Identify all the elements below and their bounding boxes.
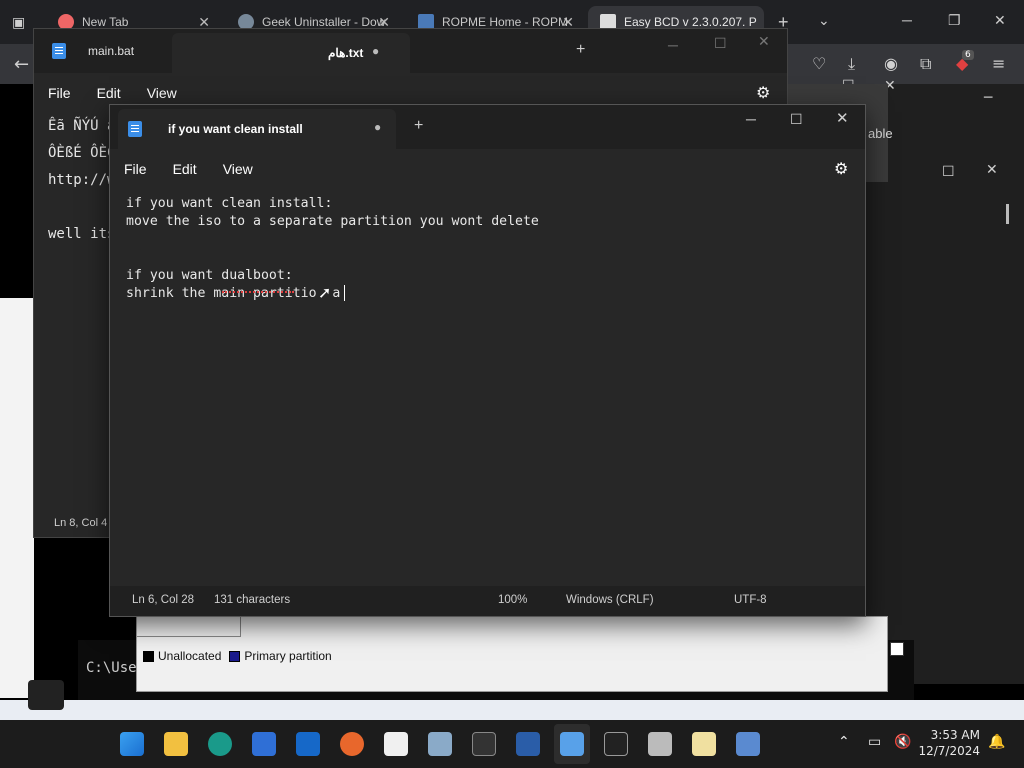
volume-muted-icon[interactable]: 🔇 [894, 734, 911, 750]
gear-icon[interactable]: ⚙ [834, 159, 848, 179]
primary-partition-swatch [229, 650, 241, 662]
account-icon[interactable]: ◉ [884, 54, 898, 73]
unallocated-swatch [143, 650, 154, 662]
notes-icon[interactable] [692, 732, 716, 756]
menu-view[interactable]: View [223, 161, 253, 177]
text-editor[interactable]: Êã ÑÝÚ ã ÔÈßÉ ÔÈÇ http://w well its [48, 113, 115, 248]
pocket-icon[interactable]: ♡ [812, 54, 826, 73]
restore-button[interactable]: ❐ [948, 12, 961, 29]
cmd-icon[interactable] [604, 732, 628, 756]
chevron-down-icon[interactable]: ⌄ [818, 12, 830, 29]
edge-icon[interactable] [208, 732, 232, 756]
maximize-button[interactable]: ☐ [790, 111, 803, 128]
menu-edit[interactable]: Edit [97, 85, 121, 101]
tab-ham-txt[interactable]: هام.txt ● [172, 33, 410, 73]
download-icon[interactable]: ⤓ [848, 54, 855, 74]
status-position: Ln 8, Col 4 [54, 517, 108, 529]
firefox-icon[interactable] [340, 732, 364, 756]
extension-badge: 6 [962, 50, 974, 60]
disk-grid-cell [137, 617, 241, 637]
start-windows-icon[interactable] [120, 732, 144, 756]
spellcheck-underline [222, 291, 294, 293]
status-bar: Ln 6, Col 28 131 characters 100% Windows… [110, 586, 865, 616]
close-button[interactable]: ✕ [758, 33, 770, 50]
unsaved-dot-icon[interactable]: ● [374, 120, 381, 134]
background-strip [0, 700, 1024, 720]
menu-file[interactable]: File [48, 85, 71, 101]
active-app-highlight [554, 724, 590, 764]
title-bar: if you want clean install ● + ─ ☐ ✕ [110, 105, 865, 149]
back-arrow-icon[interactable]: ← [14, 54, 29, 75]
minimize-button[interactable]: ─ [902, 12, 912, 28]
menu-icon[interactable]: ≡ [992, 54, 1005, 73]
mouse-pointer-icon: ➚ [318, 285, 332, 302]
new-tab-button[interactable]: + [414, 117, 423, 135]
terminal-prompt: C:\Use [86, 660, 137, 676]
menu-view[interactable]: View [147, 85, 177, 101]
close-button[interactable]: ✕ [994, 12, 1006, 29]
maximize-button[interactable]: ☐ [714, 35, 727, 52]
terminal-icon[interactable] [472, 732, 496, 756]
chat-icon[interactable] [28, 680, 64, 710]
tab-main-bat[interactable]: main.bat [34, 29, 169, 73]
resize-icon[interactable] [890, 642, 904, 656]
minimize-button[interactable]: ─ [984, 90, 992, 106]
menu-file[interactable]: File [124, 161, 147, 177]
notepad-icon [52, 43, 66, 59]
status-encoding[interactable]: UTF-8 [734, 594, 767, 606]
cube-icon[interactable] [648, 732, 672, 756]
notepad-icon [128, 121, 142, 137]
disk-legend: Unallocated Primary partition [143, 649, 332, 663]
chevron-up-icon[interactable]: ⌃ [838, 734, 850, 750]
tab-actions-icon[interactable]: ▣ [12, 14, 25, 31]
text-editor[interactable]: if you want clean install: move the iso … [126, 195, 539, 303]
tab-clean-install[interactable]: if you want clean install ● [118, 109, 396, 149]
background-panel [0, 298, 34, 698]
menu-edit[interactable]: Edit [173, 161, 197, 177]
panel-label: able [868, 126, 893, 141]
menu-bar: File Edit View ⚙ [110, 149, 865, 189]
restore-button[interactable]: ☐ [942, 164, 955, 180]
clock-time[interactable]: 3:53 AM [926, 728, 980, 742]
display-icon[interactable]: ▭ [868, 734, 881, 750]
7zip-icon[interactable] [384, 732, 408, 756]
notification-bell-icon[interactable]: 🔔 [988, 734, 1005, 750]
notepad-window-front: if you want clean install ● + ─ ☐ ✕ File… [109, 104, 866, 617]
clock-date[interactable]: 12/7/2024 [918, 744, 980, 758]
status-position: Ln 6, Col 28 [132, 594, 195, 606]
status-eol[interactable]: Windows (CRLF) [566, 594, 654, 606]
close-button[interactable]: ✕ [986, 162, 998, 178]
status-zoom[interactable]: 100% [498, 594, 527, 606]
text-cursor [344, 285, 345, 301]
gear-icon[interactable]: ⚙ [756, 83, 770, 103]
scrollbar-thumb[interactable] [1006, 204, 1009, 224]
minimize-button[interactable]: ─ [746, 111, 756, 127]
uninstaller-icon[interactable] [428, 732, 452, 756]
new-tab-button[interactable]: + [576, 41, 585, 59]
extensions-icon[interactable]: ⧉ [920, 54, 931, 74]
status-chars: 131 characters [214, 594, 291, 606]
powershell-icon[interactable] [516, 732, 540, 756]
unsaved-dot-icon[interactable]: ● [372, 44, 379, 58]
file-explorer-icon[interactable] [164, 732, 188, 756]
close-button[interactable]: ✕ [836, 109, 849, 127]
store-icon[interactable] [252, 732, 276, 756]
outlook-icon[interactable] [296, 732, 320, 756]
minimize-button[interactable]: ─ [668, 37, 678, 53]
title-bar: main.bat هام.txt ● + ─ ☐ ✕ [34, 29, 787, 73]
disk-management-icon[interactable] [736, 732, 760, 756]
